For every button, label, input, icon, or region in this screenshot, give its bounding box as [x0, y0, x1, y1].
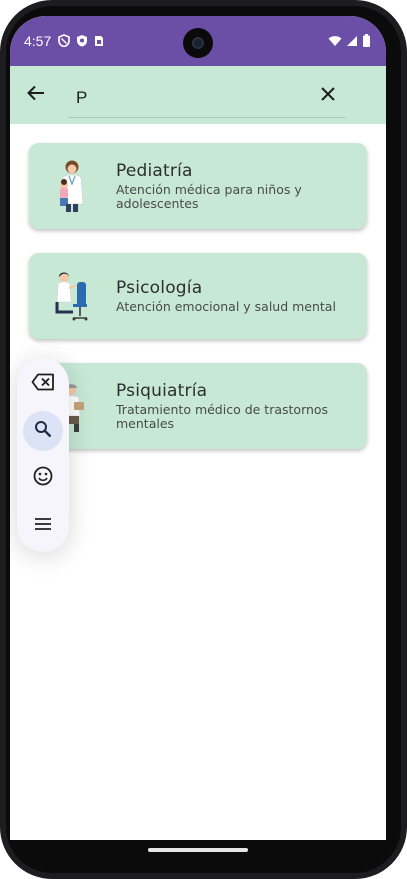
wifi-icon — [328, 32, 342, 51]
play-protect-icon — [76, 32, 88, 51]
battery-icon — [363, 32, 370, 51]
search-bar — [10, 66, 386, 124]
app-screen: 4:57 P Pediatría Atención médica para ni… — [10, 16, 386, 840]
status-time: 4:57 — [24, 33, 52, 49]
card-text: Psicología Atención emocional y salud me… — [116, 278, 354, 314]
back-button[interactable] — [24, 81, 48, 109]
arrow-left-icon — [27, 85, 45, 105]
search-tool-button[interactable] — [23, 411, 63, 451]
shield-icon — [58, 32, 71, 51]
specialty-card-psiquiatria[interactable]: Psiquiatría Tratamiento médico de trasto… — [29, 363, 367, 449]
clear-search-button[interactable] — [316, 81, 340, 109]
card-description: Atención médica para niños y adolescente… — [116, 182, 302, 211]
search-icon — [34, 420, 52, 442]
close-icon — [321, 86, 335, 105]
menu-icon — [34, 516, 52, 535]
card-title: Pediatría — [116, 161, 193, 181]
status-icons-left — [58, 32, 104, 51]
card-text: Psiquiatría Tratamiento médico de trasto… — [116, 381, 354, 431]
floating-keyboard-toolbar — [17, 358, 69, 552]
backspace-button[interactable] — [23, 364, 63, 404]
backspace-icon — [31, 373, 55, 395]
card-title: Psicología — [116, 278, 203, 298]
card-description: Tratamiento médico de trastornos mentale… — [116, 402, 329, 431]
pediatrician-illustration — [49, 158, 95, 214]
front-camera — [183, 28, 213, 58]
results-list: Pediatría Atención médica para niños y a… — [29, 143, 367, 473]
menu-button[interactable] — [23, 505, 63, 545]
sim-card-icon — [94, 32, 104, 51]
home-gesture-bar[interactable] — [148, 848, 248, 852]
psychologist-illustration — [49, 268, 95, 324]
card-description: Atención emocional y salud mental — [116, 299, 336, 314]
card-title: Psiquiatría — [116, 381, 208, 401]
emoji-icon — [33, 466, 53, 490]
specialty-card-psicologia[interactable]: Psicología Atención emocional y salud me… — [29, 253, 367, 339]
card-text: Pediatría Atención médica para niños y a… — [116, 161, 354, 211]
specialty-card-pediatria[interactable]: Pediatría Atención médica para niños y a… — [29, 143, 367, 229]
search-input[interactable] — [68, 78, 346, 118]
status-icons-right — [328, 32, 370, 51]
emoji-button[interactable] — [23, 458, 63, 498]
signal-icon — [347, 32, 358, 51]
